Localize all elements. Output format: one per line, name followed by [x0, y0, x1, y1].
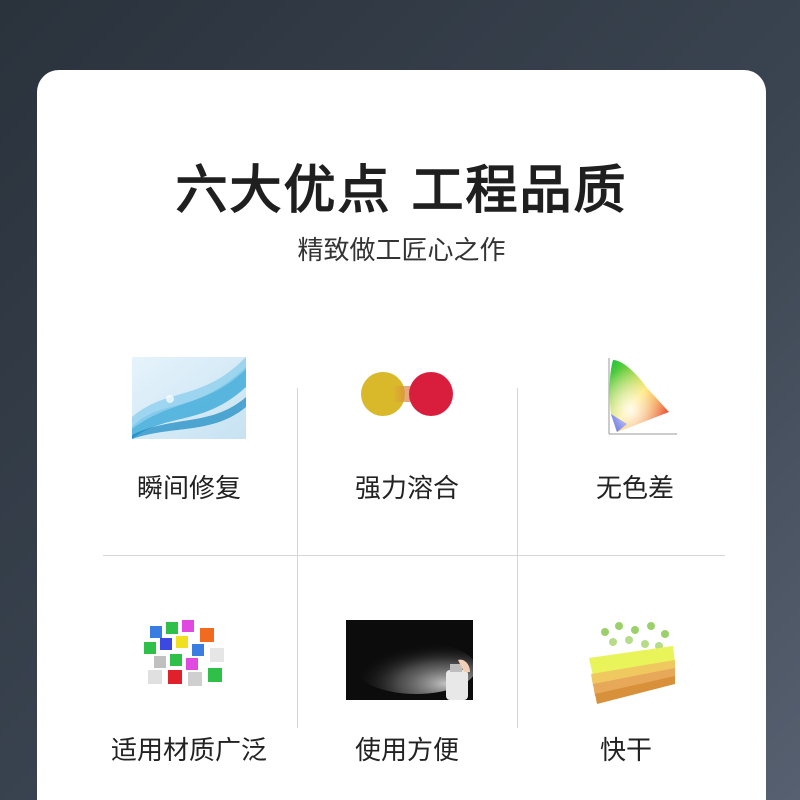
color-cubes-icon	[140, 618, 232, 690]
spray-can-icon	[346, 620, 476, 700]
color-gamut-icon	[597, 354, 679, 440]
wave-image-icon	[132, 357, 246, 439]
page-subtitle: 精致做工匠心之作	[297, 236, 506, 266]
feature-label-4: 适用材质广泛	[110, 736, 267, 766]
merge-circles-icon	[359, 370, 455, 418]
feature-label-1: 瞬间修复	[136, 474, 241, 504]
feature-label-5: 使用方便	[354, 736, 459, 766]
drying-layers-icon	[585, 618, 679, 708]
feature-label-2: 强力溶合	[354, 474, 459, 504]
divider-vertical-2	[517, 388, 518, 728]
feature-card: 六大优点 工程品质 精致做工匠心之作 瞬间修复 强力溶合 无色差 适用材质广泛 …	[37, 70, 766, 800]
divider-horizontal	[103, 555, 725, 556]
divider-vertical-1	[297, 388, 298, 728]
page-title: 六大优点 工程品质	[175, 161, 628, 221]
feature-label-3: 无色差	[595, 474, 674, 504]
feature-label-6: 快干	[599, 736, 652, 766]
